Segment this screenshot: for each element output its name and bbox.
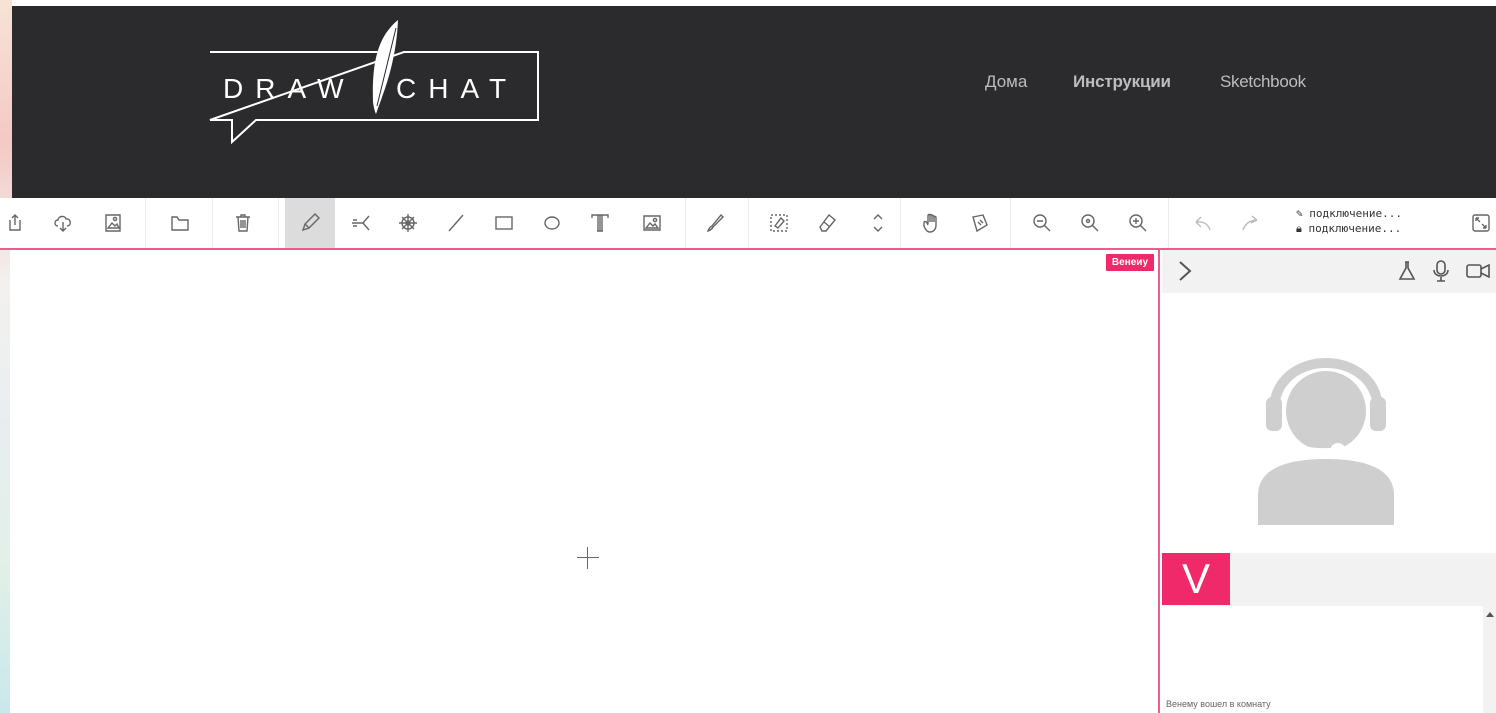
- pencil-icon: ✎: [1296, 207, 1303, 220]
- ellipse-icon: [544, 216, 560, 230]
- rectangle-icon: [495, 216, 513, 230]
- trash-icon: [236, 214, 250, 232]
- fullscreen-icon: [1472, 214, 1490, 232]
- headset-user-avatar-icon: [1258, 358, 1394, 525]
- microphone-icon[interactable]: [1430, 259, 1452, 283]
- cloud-save-button[interactable]: [38, 198, 88, 248]
- redo-icon: [1242, 215, 1258, 231]
- user-cursor-tag: Венеиу: [1105, 254, 1154, 271]
- toolbar-separator: [278, 198, 279, 248]
- pencil-tool-button[interactable]: [285, 198, 335, 248]
- line-icon: [448, 214, 464, 232]
- save-image-button[interactable]: [88, 198, 138, 248]
- page: DRAW CHAT Дома Инструкции Sketchbook ✎ п…: [0, 0, 1496, 713]
- eraser-icon: [819, 213, 836, 232]
- user-initial-badge: V: [1162, 553, 1230, 605]
- select-erase-icon: [770, 214, 788, 232]
- text-icon: [591, 214, 609, 232]
- toolbar-separator: [1010, 198, 1011, 248]
- open-folder-button[interactable]: [155, 198, 205, 248]
- chat-log: Венему вошел в комнату: [1162, 606, 1483, 713]
- pattern-tool-button[interactable]: [383, 198, 433, 248]
- undo-button[interactable]: [1178, 198, 1228, 248]
- zoom-out-icon: [1033, 214, 1051, 232]
- insert-image-button[interactable]: [627, 198, 677, 248]
- drawing-canvas[interactable]: Венеиу: [10, 250, 1160, 713]
- brush-icon: [706, 213, 724, 233]
- zoom-out-button[interactable]: [1017, 198, 1067, 248]
- site-header: DRAW CHAT Дома Инструкции Sketchbook: [12, 6, 1496, 198]
- chevron-right-icon[interactable]: [1174, 256, 1196, 286]
- pan-tool-button[interactable]: [907, 198, 957, 248]
- text-tool-button[interactable]: [575, 198, 625, 248]
- logo-text-draw: DRAW: [223, 73, 356, 104]
- rectangle-tool-button[interactable]: [479, 198, 529, 248]
- flask-icon[interactable]: [1396, 259, 1418, 283]
- drawing-toolbar: [0, 198, 1496, 250]
- share-icon: [9, 214, 21, 231]
- nav-sketchbook[interactable]: Sketchbook: [1220, 72, 1306, 94]
- chat-connection-text: подключение...: [1308, 222, 1402, 235]
- camera-icon[interactable]: [1464, 259, 1494, 283]
- move-tool-button[interactable]: [955, 198, 1005, 248]
- nav-instructions[interactable]: Инструкции: [1073, 72, 1171, 94]
- cloud-icon: [54, 215, 71, 232]
- user-video-area: [1162, 293, 1496, 553]
- toolbar-separator: [212, 198, 213, 248]
- lock-icon: 🔒︎: [1296, 222, 1302, 235]
- side-panel: V Венему вошел в комнату: [1162, 250, 1496, 713]
- delete-button[interactable]: [218, 198, 268, 248]
- toolbar-separator: [145, 198, 146, 248]
- move-icon: [972, 214, 988, 233]
- crosshair-cursor: [577, 547, 599, 569]
- drawchat-logo[interactable]: DRAW CHAT: [190, 18, 550, 148]
- eraser-tool-button[interactable]: [802, 198, 852, 248]
- image-icon: [643, 215, 661, 231]
- redo-button[interactable]: [1225, 198, 1275, 248]
- select-eraser-button[interactable]: [754, 198, 804, 248]
- spray-tool-button[interactable]: [335, 198, 385, 248]
- zoom-reset-button[interactable]: [1065, 198, 1115, 248]
- toolbar-separator: [900, 198, 901, 248]
- size-stepper[interactable]: [853, 198, 903, 248]
- folder-icon: [171, 216, 189, 231]
- undo-icon: [1195, 216, 1211, 231]
- chat-connection-status: 🔒︎ подключение...: [1296, 221, 1402, 236]
- wheel-icon: [399, 214, 417, 232]
- image-file-icon: [105, 214, 121, 232]
- chat-scrollbar[interactable]: [1483, 606, 1496, 713]
- side-panel-toolbar: [1162, 250, 1496, 292]
- line-tool-button[interactable]: [431, 198, 481, 248]
- nav-home[interactable]: Дома: [985, 72, 1027, 94]
- draw-connection-status: ✎ подключение...: [1296, 206, 1402, 221]
- brush-tool-button[interactable]: [690, 198, 740, 248]
- fullscreen-button[interactable]: [1456, 198, 1496, 248]
- toolbar-separator: [748, 198, 749, 248]
- zoom-reset-icon: [1081, 214, 1099, 232]
- pencil-icon: [301, 213, 320, 232]
- ellipse-tool-button[interactable]: [527, 198, 577, 248]
- share-button[interactable]: [0, 198, 40, 248]
- toolbar-separator: [685, 198, 686, 248]
- logo-text-chat: CHAT: [396, 73, 518, 104]
- zoom-in-button[interactable]: [1113, 198, 1163, 248]
- draw-connection-text: подключение...: [1309, 207, 1402, 220]
- chevron-up-down-icon: [873, 214, 883, 232]
- spray-icon: [352, 215, 370, 231]
- toolbar-separator: [1168, 198, 1169, 248]
- connection-status: ✎ подключение... 🔒︎ подключение...: [1296, 206, 1402, 236]
- chat-message: Венему вошел в комнату: [1166, 699, 1271, 709]
- hand-icon: [923, 213, 937, 233]
- zoom-in-icon: [1129, 214, 1147, 232]
